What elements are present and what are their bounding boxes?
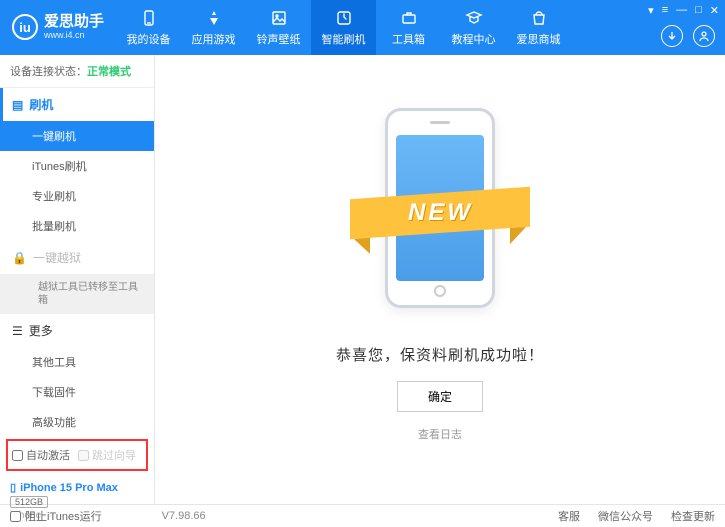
sidebar-item-itunes[interactable]: iTunes刷机 <box>0 151 154 181</box>
new-ribbon: NEW <box>350 186 530 239</box>
nav-apps[interactable]: 应用游戏 <box>181 0 246 55</box>
sidebar: 设备连接状态：正常模式 ▤刷机 一键刷机 iTunes刷机 专业刷机 批量刷机 … <box>0 55 155 504</box>
sidebar-section-flash[interactable]: ▤刷机 <box>0 88 154 121</box>
activation-options: 自动激活 跳过向导 <box>6 439 148 471</box>
titlebar: iu 爱思助手 www.i4.cn 我的设备 应用游戏 铃声壁纸 智能刷机 工具… <box>0 0 725 55</box>
user-icon[interactable] <box>693 25 715 47</box>
logo[interactable]: iu 爱思助手 www.i4.cn <box>0 14 116 40</box>
storage-badge: 512GB <box>10 496 48 508</box>
sidebar-item-pro[interactable]: 专业刷机 <box>0 181 154 211</box>
close-icon[interactable]: ✕ <box>710 4 719 17</box>
footer-update[interactable]: 检查更新 <box>671 508 715 524</box>
version-label: V7.98.66 <box>162 510 206 522</box>
logo-icon: iu <box>12 14 38 40</box>
auto-activate-checkbox[interactable]: 自动激活 <box>12 447 70 463</box>
sidebar-item-tools[interactable]: 其他工具 <box>0 347 154 377</box>
phone-icon: ▯ <box>10 481 16 494</box>
flash-icon <box>334 8 354 28</box>
nav-store[interactable]: 爱思商城 <box>506 0 571 55</box>
list-icon: ▤ <box>12 98 23 112</box>
sidebar-item-advanced[interactable]: 高级功能 <box>0 407 154 437</box>
ok-button[interactable]: 确定 <box>397 381 483 412</box>
sidebar-item-batch[interactable]: 批量刷机 <box>0 211 154 241</box>
block-itunes-checkbox[interactable]: 阻止iTunes运行 <box>10 508 102 524</box>
main-content: NEW 恭喜您，保资料刷机成功啦！ 确定 查看日志 <box>155 55 725 504</box>
dropdown-icon[interactable]: ▾ <box>648 4 654 17</box>
lock-icon: 🔒 <box>12 251 27 265</box>
sidebar-item-firmware[interactable]: 下载固件 <box>0 377 154 407</box>
wallpaper-icon <box>269 8 289 28</box>
sidebar-jailbreak-note: 越狱工具已转移至工具箱 <box>0 274 154 314</box>
tutorial-icon <box>464 8 484 28</box>
minimize-icon[interactable]: — <box>676 4 687 17</box>
app-title: 爱思助手 <box>44 14 104 31</box>
footer-wechat[interactable]: 微信公众号 <box>598 508 653 524</box>
toolbox-icon <box>399 8 419 28</box>
menu-icon[interactable]: ≡ <box>662 4 668 17</box>
nav-flash[interactable]: 智能刷机 <box>311 0 376 55</box>
success-message: 恭喜您，保资料刷机成功啦！ <box>336 344 544 365</box>
device-icon <box>139 8 159 28</box>
nav-my-device[interactable]: 我的设备 <box>116 0 181 55</box>
app-subtitle: www.i4.cn <box>44 31 104 41</box>
nav-tutorials[interactable]: 教程中心 <box>441 0 506 55</box>
window-controls: ▾ ≡ — □ ✕ <box>648 4 719 17</box>
main-nav: 我的设备 应用游戏 铃声壁纸 智能刷机 工具箱 教程中心 爱思商城 <box>116 0 725 55</box>
nav-toolbox[interactable]: 工具箱 <box>376 0 441 55</box>
connection-status: 设备连接状态：正常模式 <box>0 55 154 88</box>
device-name[interactable]: ▯iPhone 15 Pro Max <box>10 481 144 494</box>
sidebar-section-jailbreak[interactable]: 🔒一键越狱 <box>0 241 154 274</box>
sidebar-item-oneclick[interactable]: 一键刷机 <box>0 121 154 151</box>
view-log-link[interactable]: 查看日志 <box>418 426 462 442</box>
footer-support[interactable]: 客服 <box>558 508 580 524</box>
skip-setup-checkbox[interactable]: 跳过向导 <box>78 447 136 463</box>
store-icon <box>529 8 549 28</box>
maximize-icon[interactable]: □ <box>695 4 702 17</box>
nav-ringtones[interactable]: 铃声壁纸 <box>246 0 311 55</box>
success-illustration: NEW <box>360 98 520 328</box>
download-icon[interactable] <box>661 25 683 47</box>
more-icon: ☰ <box>12 324 23 338</box>
sidebar-section-more[interactable]: ☰更多 <box>0 314 154 347</box>
apps-icon <box>204 8 224 28</box>
